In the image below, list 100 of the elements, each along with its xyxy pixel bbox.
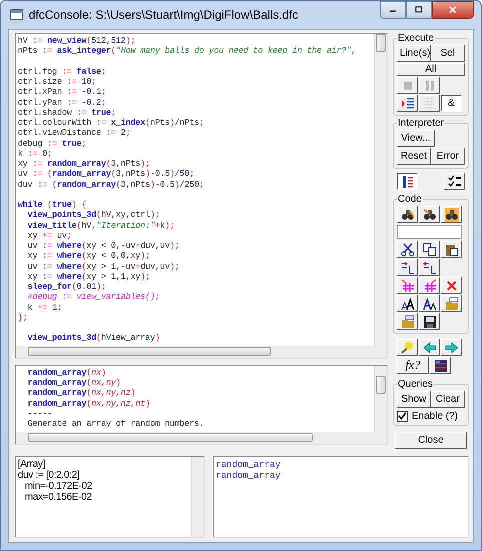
close-button[interactable] [432, 1, 474, 19]
code-line: ctrl.shadow := true; [18, 108, 118, 118]
code-line: view_points_3d(hView_array) [26, 333, 162, 344]
scrollbar-thumb[interactable] [376, 34, 386, 52]
code-line: xy := where(xy > 1,1,xy); [26, 272, 152, 282]
checklist-button[interactable] [444, 173, 465, 190]
folder-button[interactable] [441, 295, 462, 312]
code-line: ctrl.viewDistance := 2; [18, 128, 132, 138]
code-line: while (true) { [18, 200, 88, 210]
window-title: dfcConsole: S:\Users\Stuart\Img\DigiFlow\Balls.dfc [29, 8, 300, 22]
horizontal-scrollbar[interactable] [16, 432, 387, 444]
interpreter-button[interactable]: View... [397, 130, 435, 147]
hash-icon [400, 278, 414, 292]
close-icon [448, 5, 458, 15]
cross-button[interactable] [441, 277, 462, 294]
checkbox[interactable] [397, 411, 408, 422]
variable-info: duv := [0:2,0:2] [18, 470, 81, 481]
floppy-disk-button[interactable] [419, 313, 440, 330]
variable-info: [Array] [18, 459, 46, 470]
scrollbar-thumb[interactable] [28, 346, 271, 356]
scrollbar-thumb[interactable] [376, 376, 386, 394]
horizontal-scrollbar[interactable] [16, 346, 387, 358]
hash-button[interactable] [419, 277, 440, 294]
list-arrow-icon [400, 96, 414, 110]
all-button[interactable]: All [397, 63, 465, 76]
code-line: ctrl.xPan := -0.1; [18, 87, 108, 98]
code-line: xy += uv; [26, 230, 73, 241]
help-line: random_array(nx) [26, 368, 108, 378]
letters-button[interactable] [397, 295, 418, 312]
help-line: random_array(nx,ny,nz,nt) [26, 398, 152, 410]
run-button[interactable]: Sel [431, 45, 465, 62]
folder-icon [400, 314, 414, 328]
binoculars-button[interactable] [397, 206, 418, 223]
listing-icon [400, 174, 414, 188]
checkbox-label: Enable (?) [412, 411, 458, 422]
indent-button[interactable] [397, 259, 418, 276]
right-arrow-button[interactable] [441, 339, 462, 356]
match-line: random_array [216, 460, 282, 470]
code-line: k += 1; [26, 302, 64, 313]
interpreter-button[interactable]: Error [431, 148, 465, 165]
scrollbar-thumb[interactable] [28, 432, 313, 442]
clipboard-button[interactable] [441, 241, 462, 258]
run-button[interactable]: Line(s) [397, 45, 431, 62]
letters-button[interactable] [419, 295, 440, 312]
binoculars-icon [400, 208, 414, 222]
left-arrow-icon [422, 340, 436, 354]
lightbulb-button[interactable] [397, 339, 418, 356]
function-button[interactable]: fx? [397, 357, 429, 374]
group-title: Execute [397, 33, 436, 44]
grid-button[interactable] [430, 357, 451, 374]
left-arrow-button[interactable] [419, 339, 440, 356]
scissors-button[interactable] [397, 241, 418, 258]
vertical-scrollbar[interactable] [374, 34, 387, 346]
clipboard-icon [444, 242, 458, 256]
hash-button[interactable] [397, 277, 418, 294]
list-arrow-button[interactable] [397, 95, 418, 112]
hash-icon [422, 278, 436, 292]
code-line: hV := new_view(512,512); [18, 36, 137, 46]
code-editor[interactable] [15, 33, 388, 358]
listing-button[interactable] [397, 173, 418, 190]
window-icon [10, 8, 24, 22]
code-line: view_points_3d(hV,xy,ctrl); [26, 210, 162, 220]
list-icon [422, 96, 436, 110]
code-line: xy := where(xy < 0,0,xy); [26, 251, 152, 262]
match-line: random_array [216, 470, 282, 481]
group-title: Interpreter [397, 118, 446, 129]
help-line: ----- [26, 409, 54, 420]
grid-icon [434, 358, 448, 372]
close-button[interactable]: Close [395, 432, 467, 449]
binoculars-button[interactable] [441, 206, 462, 223]
binoculars-button[interactable] [419, 206, 440, 223]
interpreter-button[interactable]: Reset [397, 148, 431, 165]
vertical-scrollbar[interactable] [191, 457, 204, 537]
folder-icon [444, 296, 458, 310]
code-line: }; [18, 312, 29, 323]
copy-button[interactable] [419, 241, 440, 258]
code-line: ctrl.colourWith := x_index(nPts)/nPts; [18, 118, 206, 128]
search-field[interactable] [397, 225, 462, 239]
vertical-scrollbar[interactable] [374, 366, 387, 432]
code-line: uv := (random_array(3,nPts)-0.5)/50; [18, 169, 196, 180]
binoculars-icon [422, 208, 436, 222]
code-line: k := 0; [18, 148, 54, 159]
code-line: #debug := view_variables(); [26, 292, 162, 302]
code-line: view_title(hV,"Iteration:"+k); [26, 220, 176, 231]
code-line: ctrl.yPan := -0.2; [18, 98, 108, 108]
code-line: xy := random_array(3,nPts); [18, 159, 152, 170]
query-button[interactable]: Clear [431, 391, 465, 408]
maximize-icon [414, 5, 424, 15]
query-button[interactable]: Show [397, 391, 431, 408]
help-line: Generate an array of random numbers. [26, 419, 206, 430]
code-line: uv := where(xy < 0,-uv+duv,uv); [26, 241, 181, 252]
copy-icon [422, 242, 436, 256]
maximize-button[interactable] [406, 1, 432, 19]
checklist-icon [448, 174, 462, 188]
lightbulb-icon [400, 340, 414, 354]
toggle-button[interactable]: & [441, 95, 462, 112]
outdent-button[interactable] [419, 259, 440, 276]
code-line: debug := true; [18, 138, 88, 149]
folder-button[interactable] [397, 313, 418, 330]
right-arrow-icon [444, 340, 458, 354]
